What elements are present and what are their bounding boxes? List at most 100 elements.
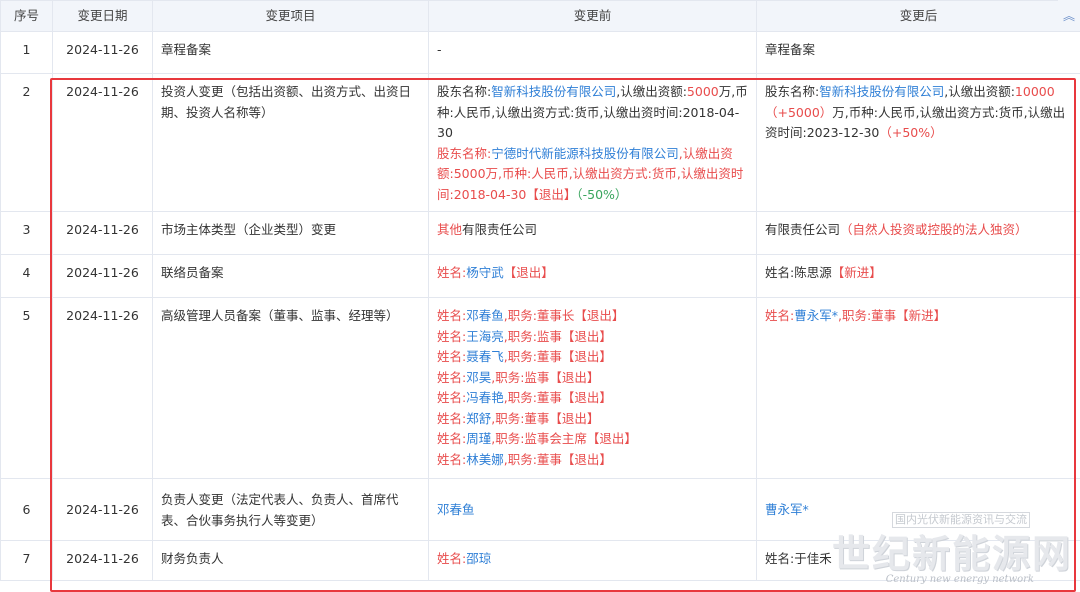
value-text: 姓名: bbox=[437, 328, 467, 344]
value-text: 姓名: bbox=[437, 265, 467, 280]
value-text: 姓名: bbox=[765, 308, 795, 323]
value-text: ,职务:董事【退出】 bbox=[491, 410, 600, 426]
value-text: 【新进】 bbox=[831, 265, 882, 280]
entity-link[interactable]: 王海亮 bbox=[466, 329, 504, 344]
value-text: 姓名: bbox=[437, 451, 467, 467]
value-text: 股东名称: bbox=[765, 84, 820, 99]
row-after: 姓名:陈思源【新进】 bbox=[756, 254, 1080, 298]
table-row: 4 2024-11-26 联络员备案 姓名:杨守武【退出】 姓名:陈思源【新进】 bbox=[0, 254, 1080, 298]
header-no: 序号 bbox=[0, 0, 53, 32]
before-line: 姓名:杨守武【退出】 bbox=[437, 263, 750, 284]
value-text: ,认缴出资额: bbox=[944, 84, 1015, 99]
value-text: （自然人投资或控股的法人独资） bbox=[840, 222, 1028, 237]
value-text: ,职务:董事【新进】 bbox=[837, 308, 947, 323]
change-record-table: 序号 变更日期 变更项目 变更前 变更后 1 2024-11-26 章程备案 - 章程备… bbox=[0, 0, 1080, 581]
entity-link[interactable]: 邓春鱼 bbox=[466, 308, 504, 323]
entity-link[interactable]: 曹永军* bbox=[765, 502, 809, 517]
entity-link[interactable]: 聂春飞 bbox=[466, 349, 504, 364]
after-line: 姓名:曹永军*,职务:董事【新进】 bbox=[765, 306, 1074, 327]
row-number: 5 bbox=[0, 297, 53, 479]
value-text: ,职务:监事会主席【退出】 bbox=[491, 431, 637, 446]
value-text: 姓名:陈思源 bbox=[765, 265, 832, 280]
row-number: 4 bbox=[0, 254, 53, 298]
header-before: 变更前 bbox=[428, 0, 757, 32]
row-date: 2024-11-26 bbox=[52, 211, 153, 255]
value-text: 姓名: bbox=[437, 390, 467, 405]
row-date: 2024-11-26 bbox=[52, 540, 153, 581]
value-text: 章程备案 bbox=[765, 42, 816, 57]
table-row: 2 2024-11-26 投资人变更（包括出资额、出资方式、出资日期、投资人名称等）… bbox=[0, 73, 1080, 212]
table-row: 5 2024-11-26 高级管理人员备案（董事、监事、经理等） 姓名:邓春鱼,职务:… bbox=[0, 297, 1080, 479]
row-after: 股东名称:智新科技股份有限公司,认缴出资额:10000（+5000）万,币种:人… bbox=[756, 73, 1080, 212]
value-text: ,职务:董事【退出】 bbox=[503, 451, 612, 467]
scroll-to-top-icon[interactable]: ︽ bbox=[1058, 0, 1080, 30]
entity-link[interactable]: 曹永军* bbox=[794, 308, 838, 323]
watermark-logo: 世纪新能源网 bbox=[831, 531, 1072, 576]
watermark-english: Century new energy network bbox=[885, 574, 1034, 585]
value-text: 姓名: bbox=[437, 369, 467, 385]
before-line: 其他有限责任公司 bbox=[437, 220, 750, 241]
row-number: 2 bbox=[0, 73, 53, 212]
value-text: ,职务:董事【退出】 bbox=[503, 390, 612, 405]
value-text: 有限责任公司 bbox=[462, 222, 538, 237]
table-row: 1 2024-11-26 章程备案 - 章程备案 bbox=[0, 31, 1080, 74]
row-before: 姓名:邵琼 bbox=[428, 540, 757, 581]
table-row: 3 2024-11-26 市场主体类型（企业类型）变更 其他有限责任公司 有限责任公司（… bbox=[0, 211, 1080, 255]
value-text: 姓名: bbox=[437, 308, 467, 323]
row-date: 2024-11-26 bbox=[52, 478, 153, 541]
before-line: 姓名:邓春鱼,职务:董事长【退出】 bbox=[437, 306, 750, 327]
entity-link[interactable]: 智新科技股份有限公司 bbox=[491, 84, 616, 99]
row-before: 邓春鱼 bbox=[428, 478, 757, 541]
value-text: - bbox=[437, 42, 442, 57]
watermark-tagline: 国内光伏新能源资讯与交流 bbox=[892, 512, 1030, 528]
after-line: 章程备案 bbox=[765, 40, 1074, 61]
value-text: 姓名: bbox=[437, 431, 467, 446]
row-item: 章程备案 bbox=[152, 31, 429, 74]
entity-link[interactable]: 宁德时代新能源科技股份有限公司 bbox=[491, 146, 679, 161]
before-line: 姓名:冯春艳,职务:董事【退出】 bbox=[437, 388, 750, 409]
row-date: 2024-11-26 bbox=[52, 297, 153, 479]
before-line: 姓名:邵琼 bbox=[437, 549, 750, 570]
row-item: 联络员备案 bbox=[152, 254, 429, 298]
after-line: 姓名:陈思源【新进】 bbox=[765, 263, 1074, 284]
value-text: ,认缴出资额: bbox=[616, 84, 687, 99]
value-text: 姓名:于佳禾 bbox=[765, 551, 832, 566]
row-number: 1 bbox=[0, 31, 53, 74]
header-item: 变更项目 bbox=[152, 0, 429, 32]
entity-link[interactable]: 邵琼 bbox=[466, 551, 491, 566]
before-line: 股东名称:智新科技股份有限公司,认缴出资额:5000万,币种:人民币,认缴出资方… bbox=[437, 82, 750, 144]
row-before: - bbox=[428, 31, 757, 74]
before-line: 邓春鱼 bbox=[437, 500, 750, 521]
row-item: 高级管理人员备案（董事、监事、经理等） bbox=[152, 297, 429, 479]
value-text: 股东名称: bbox=[437, 145, 492, 161]
before-line: - bbox=[437, 40, 750, 61]
value-text: ,职务:监事【退出】 bbox=[491, 369, 600, 385]
row-number: 7 bbox=[0, 540, 53, 581]
value-text: （+50%） bbox=[879, 125, 943, 140]
row-item: 财务负责人 bbox=[152, 540, 429, 581]
row-item: 投资人变更（包括出资额、出资方式、出资日期、投资人名称等） bbox=[152, 73, 429, 212]
row-before: 姓名:邓春鱼,职务:董事长【退出】 姓名:王海亮,职务:监事【退出】 姓名:聂春飞,… bbox=[428, 297, 757, 479]
entity-link[interactable]: 邓春鱼 bbox=[437, 502, 475, 517]
row-before: 股东名称:智新科技股份有限公司,认缴出资额:5000万,币种:人民币,认缴出资方… bbox=[428, 73, 757, 212]
value-text: ,职务:监事【退出】 bbox=[503, 328, 612, 344]
row-date: 2024-11-26 bbox=[52, 73, 153, 212]
value-text: ,职务:董事长【退出】 bbox=[503, 308, 625, 323]
row-number: 3 bbox=[0, 211, 53, 255]
entity-link[interactable]: 周瑾 bbox=[466, 431, 491, 446]
before-line: 姓名:周瑾,职务:监事会主席【退出】 bbox=[437, 429, 750, 450]
value-text: 有限责任公司 bbox=[765, 222, 841, 237]
entity-link[interactable]: 邓昊 bbox=[466, 370, 491, 385]
value-text: 其他 bbox=[437, 222, 463, 237]
row-item: 市场主体类型（企业类型）变更 bbox=[152, 211, 429, 255]
value-text: ,职务:董事【退出】 bbox=[503, 349, 612, 364]
row-before: 姓名:杨守武【退出】 bbox=[428, 254, 757, 298]
entity-link[interactable]: 杨守武 bbox=[466, 265, 504, 280]
value-text: 【退出】 bbox=[503, 265, 554, 280]
entity-link[interactable]: 林美娜 bbox=[466, 452, 504, 467]
before-line: 姓名:王海亮,职务:监事【退出】 bbox=[437, 327, 750, 348]
entity-link[interactable]: 郑舒 bbox=[466, 411, 491, 426]
before-line: 姓名:邓昊,职务:监事【退出】 bbox=[437, 368, 750, 389]
entity-link[interactable]: 智新科技股份有限公司 bbox=[819, 84, 944, 99]
entity-link[interactable]: 冯春艳 bbox=[466, 390, 504, 405]
